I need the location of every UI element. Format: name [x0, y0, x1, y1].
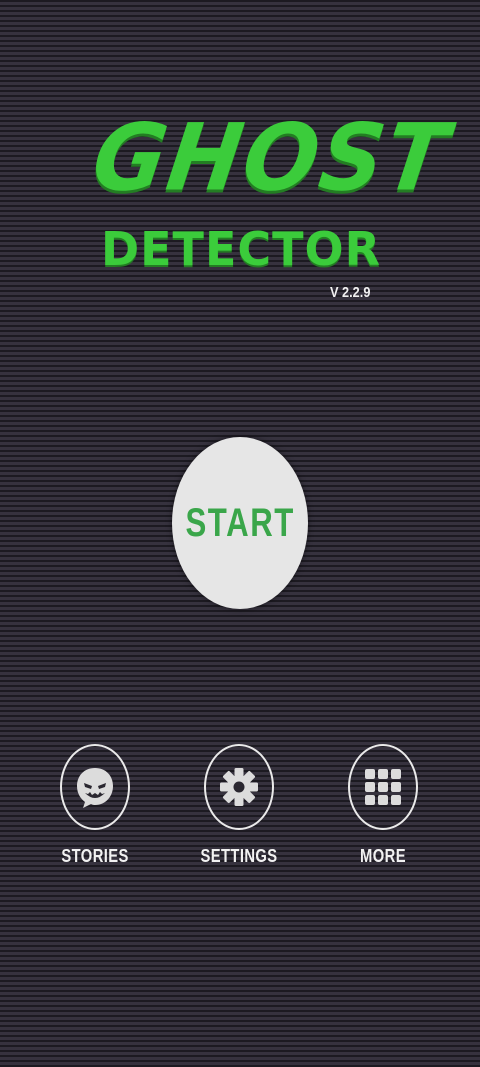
stories-icon-circle[interactable] — [60, 744, 130, 830]
stories-label: STORIES — [61, 846, 129, 866]
grid-icon — [365, 769, 401, 805]
gear-icon — [220, 768, 258, 806]
start-button-label: START — [185, 500, 295, 545]
settings-button[interactable]: SETTINGS — [184, 744, 294, 874]
stories-button[interactable]: STORIES — [40, 744, 150, 874]
logo-title-ghost: GHOST — [86, 103, 456, 212]
settings-icon-circle[interactable] — [204, 744, 274, 830]
start-button[interactable]: START — [172, 437, 308, 609]
version-label: V 2.2.9 — [330, 284, 371, 301]
more-label: MORE — [360, 846, 406, 866]
more-icon-circle[interactable] — [348, 744, 418, 830]
settings-label: SETTINGS — [200, 846, 278, 866]
more-button[interactable]: MORE — [328, 744, 438, 874]
ghost-face-icon — [77, 768, 113, 808]
app-logo: GHOST DETECTOR — [86, 100, 455, 300]
logo-title-detector: DETECTOR — [100, 222, 382, 276]
app-screen: GHOST DETECTOR V 2.2.9 START STORIES SET… — [0, 0, 480, 1067]
